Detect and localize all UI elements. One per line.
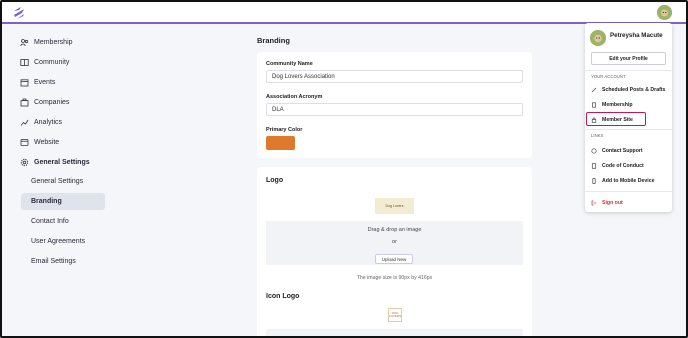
sidebar-subitem-email-settings[interactable]: Email Settings: [21, 253, 105, 270]
sidebar-item-label: Community: [34, 58, 70, 66]
icon-logo-preview-text: DOG LOVERS: [388, 311, 402, 318]
primary-color-label: Primary Color: [266, 127, 303, 133]
top-bar: [2, 2, 686, 24]
dog-avatar-icon: [590, 30, 606, 46]
avatar: [590, 30, 606, 46]
logo-preview-text: Dog Lovers: [385, 204, 404, 208]
icon-logo-preview: DOG LOVERS: [388, 308, 402, 322]
edit-profile-button[interactable]: Edit your Profile: [591, 52, 666, 65]
image-size-hint: The image size is 90px by 416px: [356, 275, 433, 281]
menu-item-label: Contact Support: [602, 147, 643, 154]
icon-logo-title: Icon Logo: [266, 293, 300, 300]
acronym-label: Association Acronym: [266, 94, 323, 100]
menu-item-label: Membership: [602, 101, 633, 108]
sidebar-subitem-contact-info[interactable]: Contact Info: [21, 213, 105, 230]
menu-item-add-mobile[interactable]: Add to Mobile Device: [591, 175, 654, 186]
divider: [585, 129, 672, 130]
sidebar-item-label: Events: [34, 78, 56, 86]
sidebar-item-label: Membership: [34, 38, 73, 46]
sidebar-item-general-settings[interactable]: General Settings: [20, 154, 90, 170]
acronym-field[interactable]: DLA: [266, 103, 523, 116]
mobile-icon: [591, 177, 597, 184]
sidebar-item-analytics[interactable]: Analytics: [20, 114, 62, 130]
menu-item-label: Scheduled Posts & Drafts: [602, 86, 666, 93]
sidebar-item-membership[interactable]: Membership: [20, 34, 73, 50]
calendar-icon: [20, 78, 29, 87]
app-logo-icon[interactable]: [12, 6, 26, 20]
primary-color-swatch[interactable]: [266, 136, 295, 150]
sidebar-item-events[interactable]: Events: [20, 74, 55, 90]
logo-preview: Dog Lovers: [375, 198, 414, 214]
pencil-icon: [591, 87, 597, 93]
sidebar: Membership Community Events Companies An…: [2, 24, 122, 336]
branding-card: Community Name Dog Lovers Association As…: [257, 52, 532, 158]
menu-item-label: Sign out: [602, 199, 623, 206]
chart-icon: [20, 118, 29, 127]
sidebar-subitem-branding[interactable]: Branding: [21, 193, 105, 210]
icon-logo-dropzone[interactable]: [266, 329, 523, 336]
people-icon: [20, 38, 29, 47]
sidebar-item-label: Website: [34, 138, 60, 146]
gear-icon: [20, 158, 29, 167]
logo-card: Logo Dog Lovers Drag & drop an image or …: [257, 167, 532, 336]
book-icon: [20, 58, 29, 67]
user-name: Petreysha Macute: [610, 32, 663, 39]
logo-section-title: Logo: [266, 177, 284, 184]
sidebar-item-label: Companies: [34, 98, 70, 106]
account-menu: Petreysha Macute Edit your Profile YOUR …: [585, 23, 672, 212]
your-account-heading: YOUR ACCOUNT: [591, 74, 626, 79]
menu-item-code-of-conduct[interactable]: Code of Conduct: [591, 160, 644, 171]
community-name-label: Community Name: [266, 61, 313, 67]
member-site-highlight: [586, 112, 646, 126]
sidebar-item-community[interactable]: Community: [20, 54, 69, 70]
menu-item-label: Code of Conduct: [602, 162, 644, 169]
community-name-field[interactable]: Dog Lovers Association: [266, 70, 523, 83]
links-heading: LINKS: [591, 133, 604, 138]
drag-drop-text: Drag & drop an image: [367, 227, 422, 233]
menu-item-label: Add to Mobile Device: [602, 177, 655, 184]
page-title: Branding: [257, 36, 290, 45]
logo-dropzone[interactable]: Drag & drop an image or Upload New: [266, 221, 523, 265]
sidebar-item-label: Analytics: [34, 118, 63, 126]
menu-item-scheduled-posts[interactable]: Scheduled Posts & Drafts: [591, 84, 665, 95]
globe-icon: [20, 138, 29, 147]
sidebar-item-companies[interactable]: Companies: [20, 94, 69, 110]
divider: [585, 191, 672, 192]
sign-out-icon: [591, 200, 597, 206]
menu-item-membership[interactable]: Membership: [591, 99, 633, 110]
or-text: or: [392, 239, 397, 245]
sidebar-subitem-general-settings[interactable]: General Settings: [21, 173, 105, 190]
sidebar-subitem-user-agreements[interactable]: User Agreements: [21, 233, 105, 250]
menu-item-sign-out[interactable]: Sign out: [591, 197, 623, 208]
menu-item-contact-support[interactable]: Contact Support: [591, 145, 643, 156]
app-window: Membership Community Events Companies An…: [0, 0, 688, 338]
id-card-icon: [591, 101, 597, 108]
support-icon: [591, 147, 597, 154]
upload-new-button[interactable]: Upload New: [375, 254, 413, 264]
document-icon: [591, 162, 597, 169]
user-avatar-button[interactable]: [657, 5, 672, 20]
sidebar-item-label: General Settings: [34, 158, 90, 166]
sidebar-item-website[interactable]: Website: [20, 134, 59, 150]
building-icon: [20, 98, 29, 107]
dog-avatar-icon: [657, 5, 672, 20]
divider: [585, 70, 672, 71]
